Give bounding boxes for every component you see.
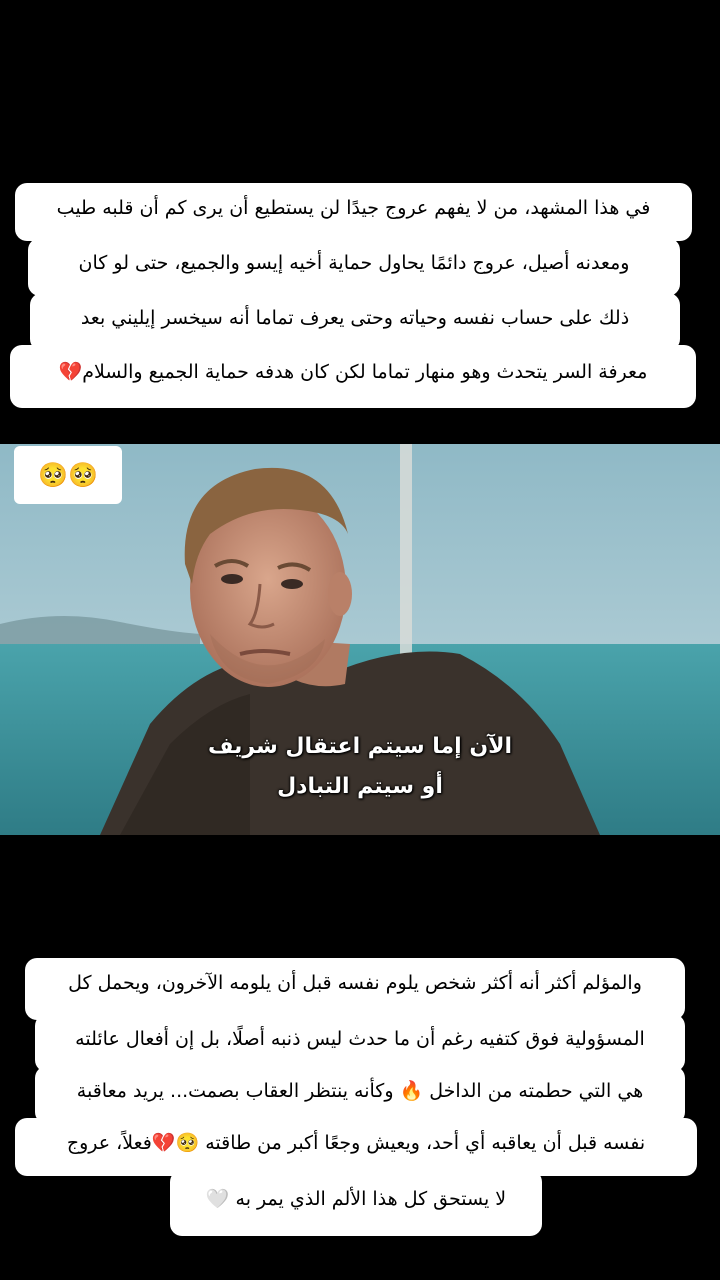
pleading-face-icon: 🥺🥺 <box>38 461 98 489</box>
bottom-caption-line-4: نفسه قبل أن يعاقبه أي أحد، ويعيش وجعًا أ… <box>15 1118 697 1176</box>
bottom-caption-line-3: هي التي حطمته من الداخل 🔥 وكأنه ينتظر ال… <box>35 1066 685 1124</box>
top-caption-line-4: معرفة السر يتحدث وهو منهار تماما لكن كان… <box>10 345 696 408</box>
bottom-caption-line-5: لا يستحق كل هذا الألم الذي يمر به 🤍 <box>170 1170 542 1236</box>
video-subtitle-line-2: أو سيتم التبادل <box>277 774 443 799</box>
video-subtitle-line-1: الآن إما سيتم اعتقال شريف <box>207 734 513 759</box>
top-caption-line-1: في هذا المشهد، من لا يفهم عروج جيدًا لن … <box>15 183 692 241</box>
bottom-caption-line-2: المسؤولية فوق كتفيه رغم أن ما حدث ليس ذن… <box>35 1014 685 1072</box>
emoji-sticker: 🥺🥺 <box>14 446 122 504</box>
top-caption-line-3: ذلك على حساب نفسه وحياته وحتى يعرف تماما… <box>30 293 680 351</box>
bottom-caption-line-1: والمؤلم أكثر أنه أكثر شخص يلوم نفسه قبل … <box>25 958 685 1020</box>
top-caption-line-2: ومعدنه أصيل، عروج دائمًا يحاول حماية أخي… <box>28 238 680 296</box>
